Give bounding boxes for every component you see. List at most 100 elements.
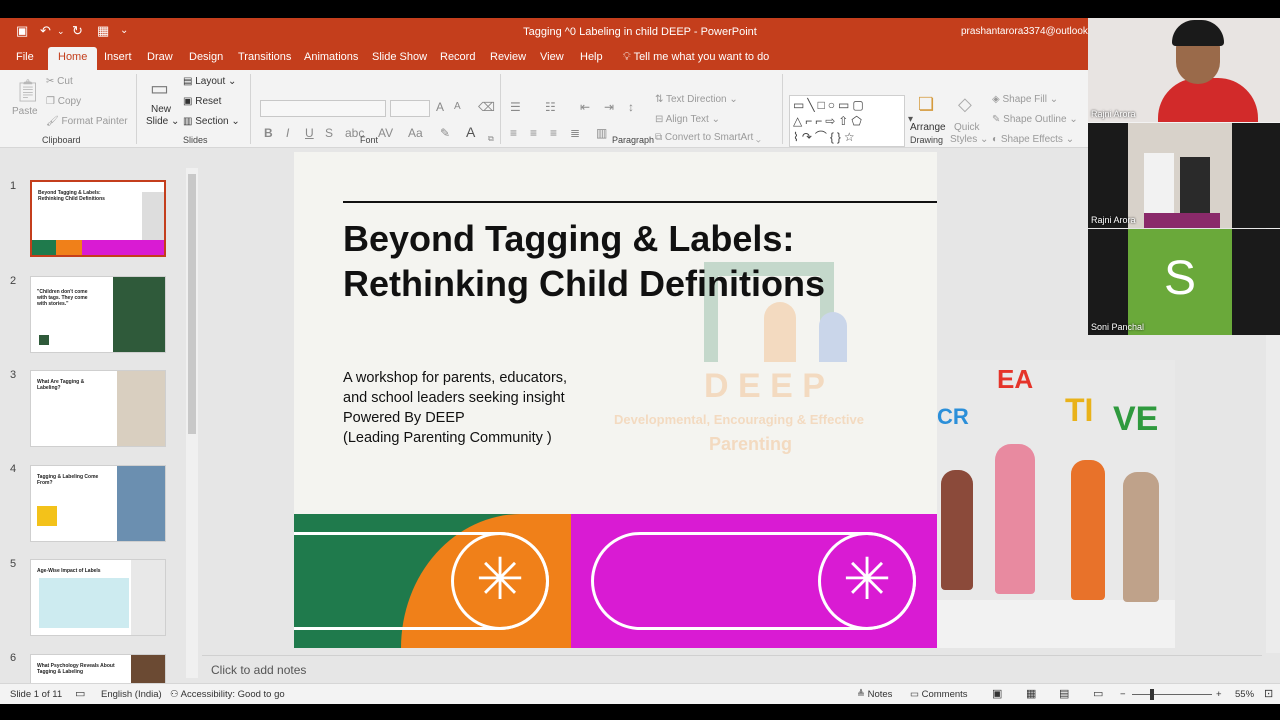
tab-record[interactable]: Record xyxy=(440,51,475,63)
current-slide[interactable]: D E E P Developmental, Encouraging & Eff… xyxy=(294,152,937,648)
brush-icon: 🖌︎ xyxy=(46,116,62,127)
quick-styles-button[interactable]: Quick xyxy=(954,122,980,133)
tab-slide-show[interactable]: Slide Show xyxy=(372,51,427,63)
copy-button[interactable]: ❐ Copy xyxy=(46,96,81,107)
thumbnail-scrollbar[interactable] xyxy=(186,168,198,678)
tab-home[interactable]: Home xyxy=(48,47,98,70)
justify-icon[interactable]: ≣ xyxy=(570,126,580,140)
title-rule xyxy=(343,201,937,203)
quick-styles-button-2[interactable]: Styles ⌄ xyxy=(950,134,988,145)
shape-outline-button[interactable]: ✎ Shape Outline ⌄ xyxy=(992,114,1078,125)
zoom-in-icon[interactable]: + xyxy=(1216,689,1222,700)
underline-button[interactable]: U xyxy=(305,126,314,140)
quick-styles-icon[interactable]: ◇ xyxy=(958,94,972,115)
shape-fill-button[interactable]: ◈ Shape Fill ⌄ xyxy=(992,94,1058,105)
participant-tile-2[interactable]: Rajni Arora xyxy=(1088,123,1280,228)
zoom-slider[interactable] xyxy=(1132,694,1212,695)
font-name-combo[interactable] xyxy=(260,100,386,117)
thumbnail-slide-5[interactable]: Age-Wise Impact of Labels xyxy=(30,559,166,636)
fit-to-window-icon[interactable]: ⊡ xyxy=(1264,687,1273,700)
notes-placeholder[interactable]: Click to add notes xyxy=(211,663,306,677)
tab-help[interactable]: Help xyxy=(580,51,603,63)
decrease-font-icon[interactable]: A xyxy=(454,101,461,112)
increase-indent-icon[interactable]: ⇥ xyxy=(604,100,614,114)
separator xyxy=(136,74,137,144)
new-slide-button[interactable]: New xyxy=(151,104,171,115)
layout-button[interactable]: ▤ Layout ⌄ xyxy=(183,76,236,87)
slide-sorter-icon[interactable]: ▦ xyxy=(1026,687,1036,700)
slide-subtitle[interactable]: A workshop for parents, educators, and s… xyxy=(343,368,643,448)
zoom-level[interactable]: 55% xyxy=(1235,689,1254,700)
accessibility-status[interactable]: ⚇ Accessibility: Good to go xyxy=(170,689,285,700)
font-color-icon[interactable]: A xyxy=(466,124,475,140)
align-center-icon[interactable]: ≡ xyxy=(530,126,537,140)
italic-button[interactable]: I xyxy=(286,126,289,140)
font-size-combo[interactable] xyxy=(390,100,430,117)
thumbnail-slide-3[interactable]: What Are Tagging & Labeling? xyxy=(30,370,166,447)
clear-formatting-icon[interactable]: ⌫ xyxy=(478,100,495,114)
bullets-icon[interactable]: ☰ xyxy=(510,100,521,114)
change-case-icon[interactable]: Aa xyxy=(408,126,423,140)
bold-button[interactable]: B xyxy=(264,126,273,140)
shapes-gallery[interactable]: ▭╲□○▭▢ △⌐⌐⇨⇧⬠ ⌇↷⌒{}☆ xyxy=(789,95,905,147)
reset-button[interactable]: ▣ Reset xyxy=(183,96,221,107)
zoom-slider-handle[interactable] xyxy=(1150,689,1154,700)
tab-design[interactable]: Design xyxy=(189,51,223,63)
notes-pane[interactable]: Click to add notes xyxy=(202,655,1262,683)
slideshow-view-icon[interactable]: ▭ xyxy=(1093,687,1103,700)
character-spacing-icon[interactable]: AV xyxy=(378,126,393,140)
tab-view[interactable]: View xyxy=(540,51,564,63)
tab-transitions[interactable]: Transitions xyxy=(238,51,291,63)
text-direction-icon: ⇅ xyxy=(655,94,666,105)
tab-animations[interactable]: Animations xyxy=(304,51,358,63)
paragraph-group-label: Paragraph xyxy=(612,135,655,145)
align-text-button[interactable]: ⊟ Align Text ⌄ xyxy=(655,114,720,125)
shape-effects-button[interactable]: ◐ Shape Effects ⌄ xyxy=(992,134,1074,145)
comments-toggle[interactable]: ▭ Comments xyxy=(910,689,968,700)
tab-draw[interactable]: Draw xyxy=(147,51,173,63)
decrease-indent-icon[interactable]: ⇤ xyxy=(580,100,590,114)
highlight-icon[interactable]: ✎ xyxy=(440,126,450,140)
line-spacing-icon[interactable]: ↕ xyxy=(628,100,634,114)
cut-button[interactable]: ✂ Cut xyxy=(46,76,73,87)
clipboard-group-label: Clipboard xyxy=(42,135,81,145)
font-dialog-launcher-icon[interactable]: ⧉ xyxy=(488,134,494,144)
numbering-icon[interactable]: ☷ xyxy=(545,100,556,114)
separator xyxy=(782,74,783,144)
columns-icon[interactable]: ▥ xyxy=(596,126,607,140)
spelling-icon[interactable]: ▭ xyxy=(75,687,85,700)
text-direction-button[interactable]: ⇅ Text Direction ⌄ xyxy=(655,94,738,105)
reading-view-icon[interactable]: ▤ xyxy=(1059,687,1069,700)
thumbnail-slide-2[interactable]: "Children don't come with tags. They com… xyxy=(30,276,166,353)
pen-icon: ✎ xyxy=(992,114,1004,125)
language-indicator[interactable]: English (India) xyxy=(101,689,162,700)
convert-smartart-button[interactable]: ⧉ Convert to SmartArt ⌄ xyxy=(655,132,761,143)
participant-tile-1[interactable]: Rajni Arora xyxy=(1088,18,1280,122)
increase-font-icon[interactable]: A xyxy=(436,100,444,114)
notes-toggle[interactable]: ≜ Notes xyxy=(857,689,892,700)
thumbnail-slide-6[interactable]: What Psychology Reveals About Tagging & … xyxy=(30,654,166,683)
thumbnail-slide-4[interactable]: Tagging & Labeling Come From? xyxy=(30,465,166,542)
new-slide-dropdown[interactable]: Slide ⌄ xyxy=(146,116,179,127)
normal-view-icon[interactable]: ▣ xyxy=(992,687,1002,700)
format-painter-button[interactable]: 🖌︎ Format Painter xyxy=(46,116,128,127)
section-button[interactable]: ▥ Section ⌄ xyxy=(183,116,240,127)
paste-icon[interactable]: 📋︎ xyxy=(14,78,42,104)
zoom-out-icon[interactable]: − xyxy=(1120,689,1126,700)
slide-title[interactable]: Beyond Tagging & Labels: Rethinking Chil… xyxy=(343,216,903,306)
tab-review[interactable]: Review xyxy=(490,51,526,63)
tell-me-search[interactable]: 💡︎ Tell me what you want to do xyxy=(623,51,769,64)
paste-button[interactable]: Paste xyxy=(12,106,38,117)
new-slide-icon[interactable]: ▭ xyxy=(150,76,169,101)
shadow-button[interactable]: S xyxy=(325,126,333,140)
tab-file[interactable]: File xyxy=(16,51,34,63)
align-left-icon[interactable]: ≡ xyxy=(510,126,517,140)
arrange-button[interactable]: Arrange xyxy=(910,122,946,133)
align-right-icon[interactable]: ≡ xyxy=(550,126,557,140)
children-creative-photo[interactable]: CR EA TI VE xyxy=(937,360,1175,648)
tab-insert[interactable]: Insert xyxy=(104,51,132,63)
participant-tile-3[interactable]: S Soni Panchal xyxy=(1088,229,1280,335)
participant-name: Rajni Arora xyxy=(1091,109,1136,119)
thumbnail-slide-1[interactable]: Beyond Tagging & Labels: Rethinking Chil… xyxy=(30,180,166,257)
arrange-icon[interactable]: ❏ xyxy=(918,94,934,115)
